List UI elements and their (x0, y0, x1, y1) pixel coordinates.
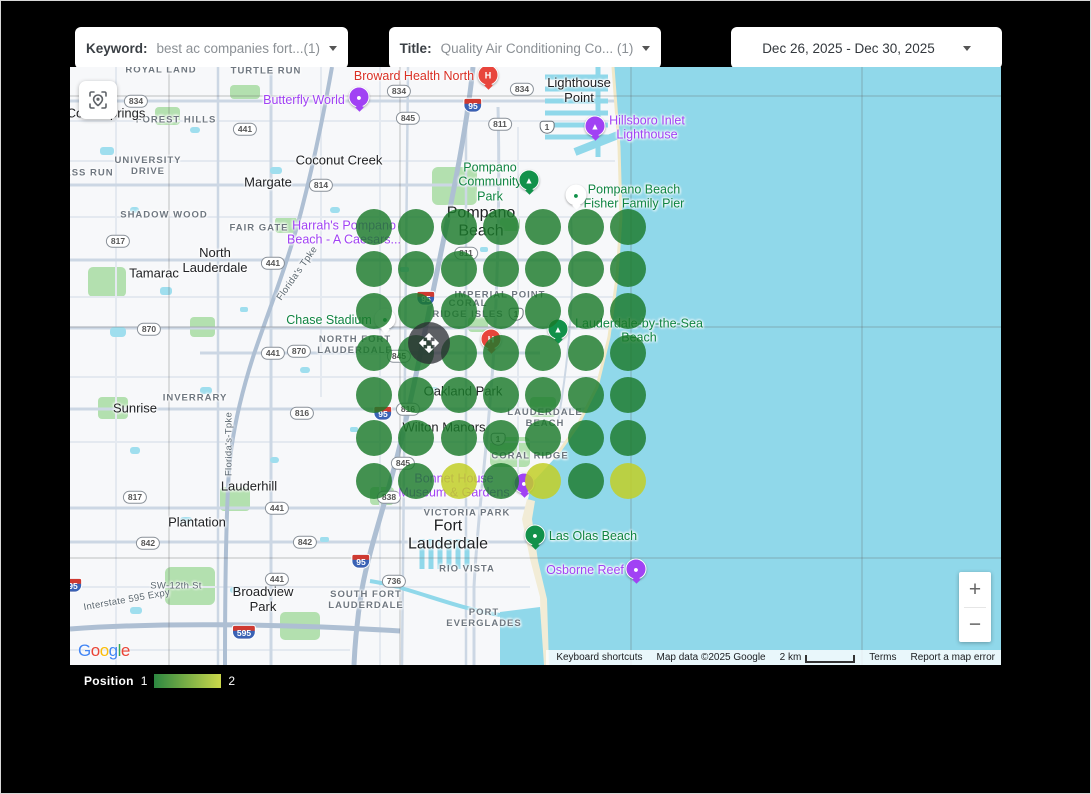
keyboard-shortcuts-link[interactable]: Keyboard shortcuts (556, 652, 642, 663)
chevron-down-icon (642, 46, 650, 51)
google-logo-letter: o (100, 641, 109, 660)
grid-point[interactable] (356, 377, 392, 413)
map-center-drag-marker[interactable] (408, 322, 450, 364)
google-logo-letter: G (78, 641, 91, 660)
map-data-text: Map data ©2025 Google (656, 652, 765, 663)
report-map-error-link[interactable]: Report a map error (911, 652, 995, 663)
grid-point[interactable] (525, 335, 561, 371)
keyword-label: Keyword: (86, 41, 148, 56)
map-attribution: Keyboard shortcuts Map data ©2025 Google… (546, 650, 1001, 665)
grid-point[interactable] (610, 420, 646, 456)
grid-point[interactable] (568, 209, 604, 245)
google-logo-letter: e (121, 641, 130, 660)
grid-point[interactable] (568, 251, 604, 287)
grid-point[interactable] (398, 377, 434, 413)
grid-point[interactable] (356, 293, 392, 329)
grid-point[interactable] (525, 293, 561, 329)
grid-point[interactable] (483, 335, 519, 371)
grid-point[interactable] (610, 463, 646, 499)
rank-grid-layer (70, 67, 1001, 665)
grid-point[interactable] (441, 463, 477, 499)
grid-point[interactable] (398, 251, 434, 287)
grid-point[interactable] (610, 251, 646, 287)
zoom-in-button[interactable]: + (959, 572, 991, 607)
title-dropdown[interactable]: Title: Quality Air Conditioning Co... (1… (389, 27, 661, 69)
legend-max: 2 (228, 674, 235, 688)
keyword-dropdown[interactable]: Keyword: best ac companies fort...(1) (75, 27, 348, 69)
locate-button[interactable] (79, 81, 117, 119)
page: Keyword: best ac companies fort...(1) Ti… (0, 0, 1091, 794)
keyword-value: best ac companies fort...(1) (156, 41, 320, 56)
grid-point[interactable] (568, 420, 604, 456)
scale-control: 2 km (780, 652, 856, 663)
grid-point[interactable] (356, 420, 392, 456)
grid-point[interactable] (525, 463, 561, 499)
google-logo-letter: g (109, 641, 118, 660)
grid-point[interactable] (525, 377, 561, 413)
grid-point[interactable] (483, 420, 519, 456)
grid-point[interactable] (568, 377, 604, 413)
scale-bar (805, 655, 855, 663)
chevron-down-icon (329, 46, 337, 51)
grid-point[interactable] (356, 209, 392, 245)
grid-point[interactable] (568, 293, 604, 329)
date-range-dropdown[interactable]: Dec 26, 2025 - Dec 30, 2025 (731, 27, 1002, 69)
map-canvas[interactable]: ROYAL LANDTURTLE RUNFOREST HILLSUNIVERSI… (70, 67, 1001, 665)
grid-point[interactable] (568, 335, 604, 371)
grid-point[interactable] (525, 420, 561, 456)
legend-gradient-bar (154, 674, 221, 688)
grid-point[interactable] (398, 463, 434, 499)
grid-point[interactable] (356, 251, 392, 287)
grid-point[interactable] (441, 377, 477, 413)
legend-title: Position (84, 674, 134, 688)
title-label: Title: (400, 41, 432, 56)
move-icon (418, 332, 440, 354)
grid-point[interactable] (483, 251, 519, 287)
grid-point[interactable] (483, 293, 519, 329)
title-value: Quality Air Conditioning Co... (1) (441, 41, 634, 56)
grid-point[interactable] (568, 463, 604, 499)
terms-link[interactable]: Terms (869, 652, 896, 663)
grid-point[interactable] (610, 377, 646, 413)
grid-point[interactable] (483, 463, 519, 499)
google-logo-letter: o (91, 641, 100, 660)
grid-point[interactable] (398, 209, 434, 245)
google-logo[interactable]: Google (78, 641, 130, 661)
zoom-control: + − (959, 572, 991, 642)
grid-point[interactable] (483, 209, 519, 245)
grid-point[interactable] (356, 335, 392, 371)
legend-min: 1 (141, 674, 148, 688)
grid-point[interactable] (525, 251, 561, 287)
position-legend: Position 1 2 (84, 674, 235, 688)
grid-point[interactable] (483, 377, 519, 413)
grid-point[interactable] (441, 293, 477, 329)
grid-point[interactable] (610, 209, 646, 245)
zoom-out-button[interactable]: − (959, 608, 991, 643)
grid-point[interactable] (356, 463, 392, 499)
chevron-down-icon (963, 46, 971, 51)
grid-point[interactable] (610, 293, 646, 329)
grid-point[interactable] (441, 209, 477, 245)
locate-pin-icon (87, 89, 109, 111)
grid-point[interactable] (610, 335, 646, 371)
grid-point[interactable] (525, 209, 561, 245)
date-range-value: Dec 26, 2025 - Dec 30, 2025 (762, 41, 935, 56)
scale-text: 2 km (780, 652, 802, 663)
grid-point[interactable] (398, 420, 434, 456)
grid-point[interactable] (441, 420, 477, 456)
grid-point[interactable] (441, 251, 477, 287)
